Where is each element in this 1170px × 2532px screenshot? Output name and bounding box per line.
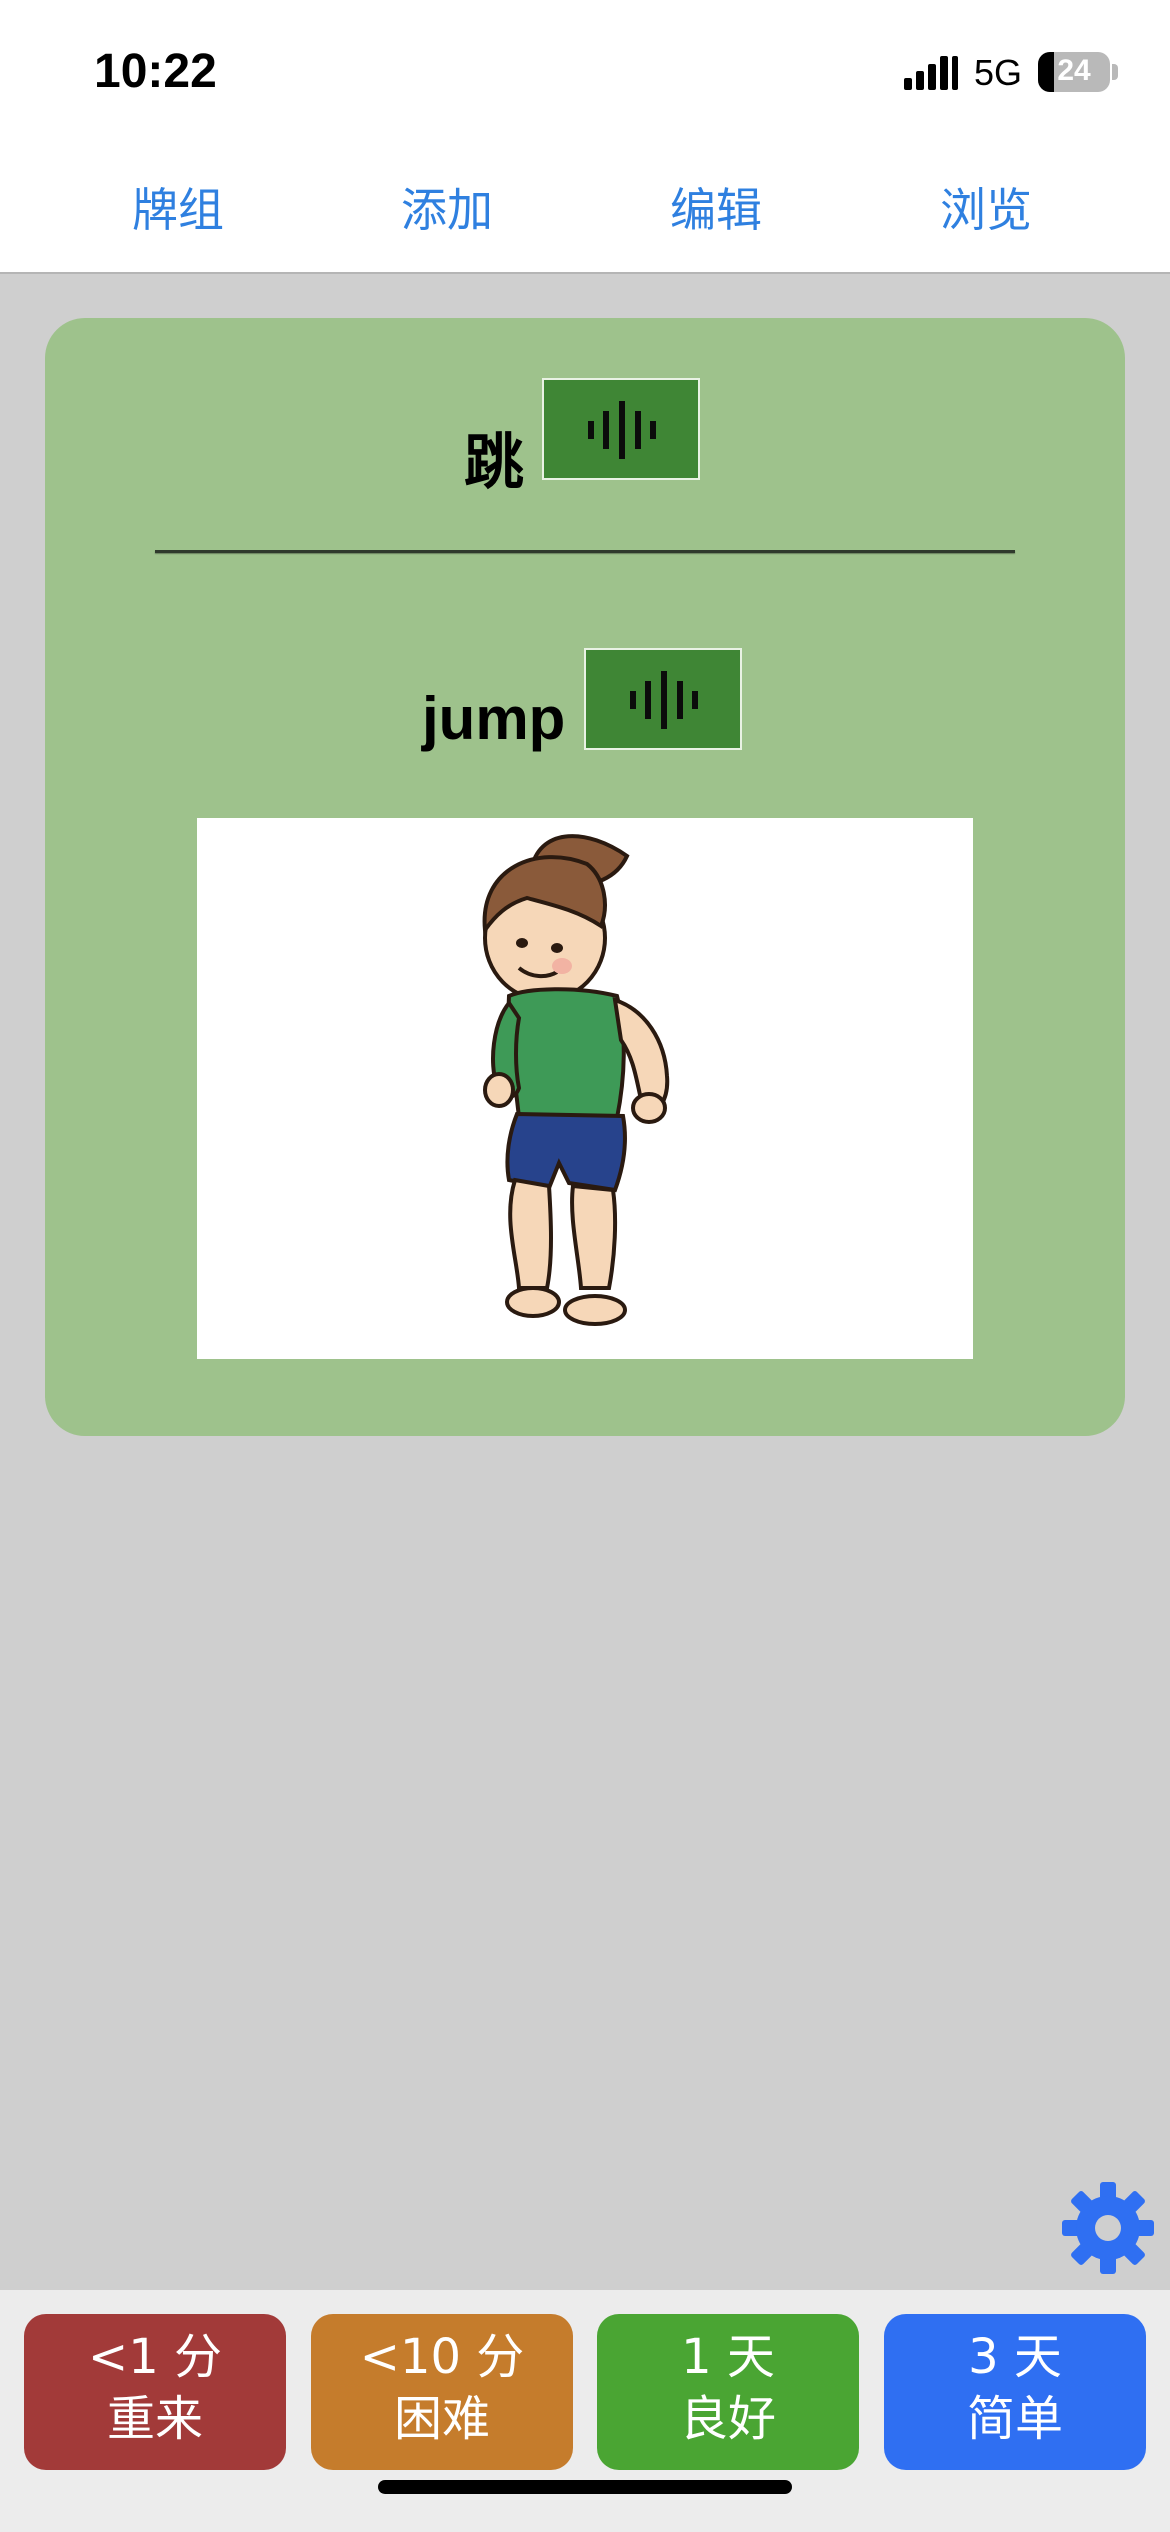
top-nav: 牌组 添加 编辑 浏览: [0, 140, 1170, 274]
back-audio-button[interactable]: [584, 648, 742, 750]
cellular-signal-icon: [904, 56, 958, 90]
card-front-text: 跳: [464, 428, 524, 498]
card-divider: [155, 550, 1015, 553]
again-interval: <1 分: [87, 2329, 223, 2385]
good-interval: 1 天: [681, 2329, 775, 2385]
card-back-text: jump: [422, 685, 566, 752]
battery-icon: 24: [1038, 52, 1110, 92]
answer-hard-button[interactable]: <10 分 困难: [311, 2314, 573, 2470]
status-bar: 10:22 5G 24: [0, 0, 1170, 140]
battery-tip: [1112, 64, 1118, 80]
answer-again-button[interactable]: <1 分 重来: [24, 2314, 286, 2470]
again-label: 重来: [106, 2391, 203, 2447]
gear-icon[interactable]: [1060, 2180, 1156, 2276]
nav-edit[interactable]: 编辑: [670, 174, 762, 240]
home-indicator: [378, 2480, 792, 2494]
easy-label: 简单: [966, 2391, 1063, 2447]
nav-browse[interactable]: 浏览: [940, 174, 1032, 240]
girl-jumping-illustration: [482, 834, 670, 1326]
network-type: 5G: [974, 52, 1023, 93]
hard-label: 困难: [393, 2391, 490, 2447]
easy-interval: 3 天: [968, 2329, 1062, 2385]
waveform-icon: [588, 401, 656, 459]
hard-interval: <10 分: [359, 2329, 525, 2385]
waveform-icon: [630, 671, 698, 729]
card-image: [197, 818, 973, 1359]
good-label: 良好: [679, 2391, 776, 2447]
battery-level: 24: [1057, 54, 1091, 87]
status-time: 10:22: [94, 45, 217, 98]
front-audio-button[interactable]: [542, 378, 700, 480]
nav-add[interactable]: 添加: [401, 174, 493, 240]
answer-good-button[interactable]: 1 天 良好: [597, 2314, 859, 2470]
nav-decks[interactable]: 牌组: [132, 174, 224, 240]
answer-easy-button[interactable]: 3 天 简单: [884, 2314, 1146, 2470]
